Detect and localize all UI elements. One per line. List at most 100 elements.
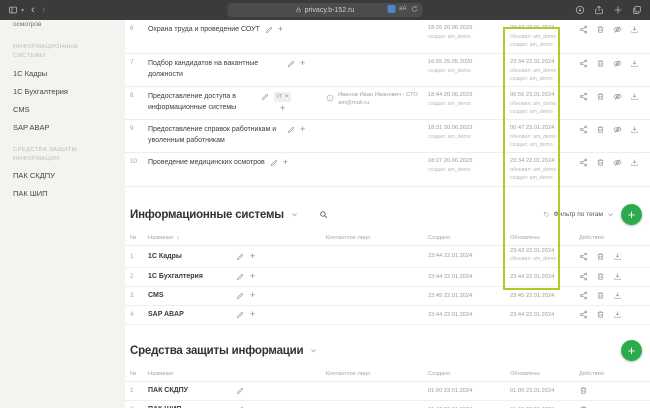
table-row[interactable]: 7 Подбор кандидатов на вакантные должнос… bbox=[125, 54, 650, 88]
table-row[interactable]: 9 Предоставление справок работникам и ув… bbox=[125, 120, 650, 154]
add-tag-icon[interactable]: + bbox=[280, 104, 285, 113]
sidebar-item-cms[interactable]: CMS bbox=[13, 105, 117, 114]
delete-icon[interactable] bbox=[596, 92, 605, 101]
sidebar-item-pak-ship[interactable]: ПАК ШИП bbox=[13, 189, 117, 198]
delete-icon[interactable] bbox=[596, 25, 605, 34]
chevron-down-icon[interactable] bbox=[310, 347, 317, 354]
add-tag-icon[interactable]: + bbox=[300, 59, 305, 68]
edit-icon[interactable] bbox=[236, 292, 244, 300]
edit-icon[interactable] bbox=[270, 159, 278, 167]
tag-filter-dropdown[interactable]: Фильтр по тегам bbox=[543, 211, 614, 218]
edit-icon[interactable] bbox=[236, 273, 244, 281]
new-tab-icon[interactable] bbox=[613, 5, 623, 15]
remove-tag-icon[interactable]: × bbox=[285, 94, 289, 100]
address-bar[interactable]: privacy.b-152.ru aA bbox=[227, 3, 423, 17]
edit-icon[interactable] bbox=[236, 387, 244, 395]
delete-icon[interactable] bbox=[596, 291, 605, 300]
back-button[interactable]: ‹ bbox=[31, 4, 35, 16]
sidebar-toggle-icon[interactable] bbox=[8, 5, 18, 15]
sidebar-item-1c-kadry[interactable]: 1С Кадры bbox=[13, 69, 117, 78]
sidebar-item-sap[interactable]: SAP ABAP bbox=[13, 123, 117, 132]
share-nodes-icon[interactable] bbox=[579, 59, 588, 68]
sidebar-item-cutoff[interactable]: осмотров bbox=[13, 21, 117, 29]
download-icon[interactable] bbox=[630, 92, 639, 101]
delete-icon[interactable] bbox=[596, 272, 605, 281]
edit-icon[interactable] bbox=[236, 311, 244, 319]
forward-button[interactable]: › bbox=[42, 4, 46, 16]
delete-icon[interactable] bbox=[596, 59, 605, 68]
add-tool-button[interactable]: + bbox=[621, 340, 642, 361]
share-nodes-icon[interactable] bbox=[579, 310, 588, 319]
chevron-down-icon[interactable] bbox=[291, 211, 298, 218]
delete-icon[interactable] bbox=[579, 386, 588, 395]
add-tag-icon[interactable]: + bbox=[250, 251, 255, 261]
share-nodes-icon[interactable] bbox=[579, 125, 588, 134]
download-icon[interactable] bbox=[613, 291, 622, 300]
created-by: создал: am_demo bbox=[428, 68, 471, 74]
table-row[interactable]: 8 Предоставление доступа в информационны… bbox=[125, 87, 650, 121]
col-header-name[interactable]: Название ↓ bbox=[148, 235, 326, 241]
table-row[interactable]: 10 Проведение медицинских осмотров + 18:… bbox=[125, 153, 650, 187]
share-nodes-icon[interactable] bbox=[579, 158, 588, 167]
download-icon[interactable] bbox=[630, 158, 639, 167]
share-nodes-icon[interactable] bbox=[579, 92, 588, 101]
add-tag-icon[interactable]: + bbox=[283, 158, 288, 167]
row-number: 10 bbox=[130, 158, 138, 166]
download-icon[interactable] bbox=[613, 310, 622, 319]
edit-icon[interactable] bbox=[287, 126, 295, 134]
download-icon[interactable] bbox=[630, 59, 639, 68]
add-tag-icon[interactable]: + bbox=[250, 291, 255, 300]
translate-icon[interactable]: aA bbox=[399, 6, 406, 12]
table-row[interactable]: 6 Охрана труда и проведение СОУТ + 18:26… bbox=[125, 20, 650, 54]
updated-by: обновил: am_demo bbox=[510, 34, 557, 40]
add-tag-icon[interactable]: + bbox=[250, 272, 255, 281]
add-tag-icon[interactable]: + bbox=[278, 25, 283, 34]
tag-chip[interactable]: IT × bbox=[274, 92, 292, 103]
add-tag-icon[interactable]: + bbox=[300, 125, 305, 134]
reader-icon[interactable] bbox=[387, 5, 396, 13]
sort-desc-icon[interactable]: ↓ bbox=[176, 235, 179, 241]
delete-icon[interactable] bbox=[596, 310, 605, 319]
share-nodes-icon[interactable] bbox=[579, 272, 588, 281]
hide-icon[interactable] bbox=[613, 92, 622, 101]
info-icon[interactable] bbox=[326, 94, 334, 102]
reload-icon[interactable] bbox=[411, 5, 419, 13]
share-nodes-icon[interactable] bbox=[579, 252, 588, 261]
edit-icon[interactable] bbox=[287, 60, 295, 68]
delete-icon[interactable] bbox=[596, 125, 605, 134]
download-icon[interactable] bbox=[630, 25, 639, 34]
table-row[interactable]: 1 ПАК СКДПУ 01:00 23.01.2024 01:00 23.01… bbox=[125, 382, 650, 401]
add-system-button[interactable]: + bbox=[621, 204, 642, 225]
col-header-created: Создано bbox=[428, 234, 451, 241]
chevron-down-icon[interactable]: ▾ bbox=[21, 7, 24, 14]
col-header-name[interactable]: Название bbox=[148, 371, 326, 377]
add-tag-icon[interactable]: + bbox=[250, 310, 255, 319]
download-icon[interactable] bbox=[613, 272, 622, 281]
table-row[interactable]: 2 ПАК ШИП 01:00 23.01.2024 01:00 23.01.2… bbox=[125, 401, 650, 408]
hide-icon[interactable] bbox=[613, 125, 622, 134]
tabs-overview-icon[interactable] bbox=[632, 5, 642, 15]
share-nodes-icon[interactable] bbox=[579, 291, 588, 300]
download-icon[interactable] bbox=[630, 125, 639, 134]
table-row[interactable]: 2 1С Бухгалтерия + 23:44 22.01.2024 23:4… bbox=[125, 268, 650, 287]
hide-icon[interactable] bbox=[613, 59, 622, 68]
share-nodes-icon[interactable] bbox=[579, 25, 588, 34]
edit-icon[interactable] bbox=[236, 253, 244, 261]
updated-time: 23:42 22.01.2024 bbox=[510, 25, 555, 31]
table-row[interactable]: 1 1С Кадры + 23:44 22.01.2024 23:43 22.0… bbox=[125, 246, 650, 268]
download-icon[interactable] bbox=[613, 252, 622, 261]
search-icon[interactable] bbox=[319, 210, 328, 219]
table-row[interactable]: 4 SAP ABAP + 23:44 22.01.2024 23:44 22.0… bbox=[125, 306, 650, 325]
sidebar-item-1c-buh[interactable]: 1С Бухгалтерия bbox=[13, 87, 117, 96]
hide-icon[interactable] bbox=[613, 158, 622, 167]
delete-icon[interactable] bbox=[596, 252, 605, 261]
edit-icon[interactable] bbox=[265, 26, 273, 34]
downloads-icon[interactable] bbox=[575, 5, 585, 15]
table-row[interactable]: 3 CMS + 23:45 22.01.2024 23:45 22.01.202… bbox=[125, 287, 650, 306]
sidebar-item-pak-skdpu[interactable]: ПАК СКДПУ bbox=[13, 171, 117, 180]
hide-icon[interactable] bbox=[613, 25, 622, 34]
share-icon[interactable] bbox=[594, 5, 604, 15]
edit-icon[interactable] bbox=[261, 93, 269, 101]
process-name: Проведение медицинских осмотров bbox=[148, 159, 265, 167]
delete-icon[interactable] bbox=[596, 158, 605, 167]
